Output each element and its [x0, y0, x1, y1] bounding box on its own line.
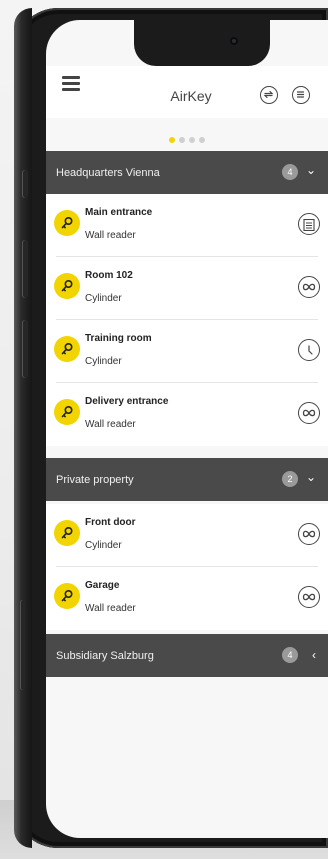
infinity-icon[interactable] — [298, 402, 320, 424]
menu-icon[interactable] — [62, 76, 80, 92]
lock-name: Room 102 — [85, 270, 133, 281]
lock-name: Training room — [85, 333, 152, 344]
list-item[interactable]: Front door Cylinder — [46, 504, 328, 567]
lock-type: Cylinder — [85, 540, 122, 551]
key-icon — [54, 583, 80, 609]
page-indicator — [46, 130, 328, 148]
list-item[interactable]: Training room Cylinder — [46, 320, 328, 383]
lock-type: Wall reader — [85, 419, 136, 430]
list-item[interactable]: Room 102 Cylinder — [46, 257, 328, 320]
calendar-icon[interactable] — [298, 213, 320, 235]
lock-name: Main entrance — [85, 207, 153, 218]
section-count-badge: 2 — [282, 471, 298, 487]
volume-up-button — [22, 240, 28, 298]
lock-type: Wall reader — [85, 603, 136, 614]
key-icon — [54, 399, 80, 425]
mute-switch — [22, 170, 28, 198]
chevron-down-icon: ⌄ — [305, 163, 316, 177]
lock-name: Delivery entrance — [85, 396, 169, 407]
lock-name: Front door — [85, 517, 136, 528]
section-header-private-property[interactable]: Private property 2 ⌄ — [46, 458, 328, 501]
lock-type: Wall reader — [85, 230, 136, 241]
lock-type: Cylinder — [85, 356, 122, 367]
section-count-badge: 4 — [282, 647, 298, 663]
section-header-headquarters-vienna[interactable]: Headquarters Vienna 4 ⌄ — [46, 151, 328, 194]
page-dot[interactable] — [179, 137, 185, 143]
section-header-subsidiary-salzburg[interactable]: Subsidiary Salzburg 4 ‹ — [46, 634, 328, 677]
key-icon — [54, 210, 80, 236]
list-item[interactable]: Garage Wall reader — [46, 567, 328, 630]
sim-tray — [20, 600, 25, 690]
key-icon — [54, 520, 80, 546]
lock-name: Garage — [85, 580, 120, 591]
section-count-badge: 4 — [282, 164, 298, 180]
clock-icon[interactable] — [298, 339, 320, 361]
page-dot[interactable] — [199, 137, 205, 143]
chevron-left-icon: ‹ — [312, 648, 316, 662]
infinity-icon[interactable] — [298, 586, 320, 608]
section-label: Headquarters Vienna — [56, 167, 160, 179]
phone-bezel-edge — [14, 8, 32, 848]
chevron-down-icon: ⌄ — [305, 470, 316, 484]
infinity-icon[interactable] — [298, 276, 320, 298]
key-icon — [54, 273, 80, 299]
page-dot[interactable] — [169, 137, 175, 143]
infinity-icon[interactable] — [298, 523, 320, 545]
lock-type: Cylinder — [85, 293, 122, 304]
section-label: Subsidiary Salzburg — [56, 650, 154, 662]
list-item[interactable]: Main entrance Wall reader — [46, 194, 328, 257]
volume-down-button — [22, 320, 28, 378]
app-title: AirKey — [170, 88, 212, 104]
phone-screen: AirKey Headquarters Vienna 4 ⌄ Main entr… — [46, 20, 328, 838]
app-header: AirKey — [46, 66, 328, 118]
sync-icon[interactable] — [260, 86, 278, 104]
section-label: Private property — [56, 474, 134, 486]
notch — [134, 20, 270, 66]
page-dot[interactable] — [189, 137, 195, 143]
list-icon[interactable] — [292, 86, 310, 104]
front-camera — [230, 37, 238, 45]
list-item[interactable]: Delivery entrance Wall reader — [46, 383, 328, 446]
key-icon — [54, 336, 80, 362]
